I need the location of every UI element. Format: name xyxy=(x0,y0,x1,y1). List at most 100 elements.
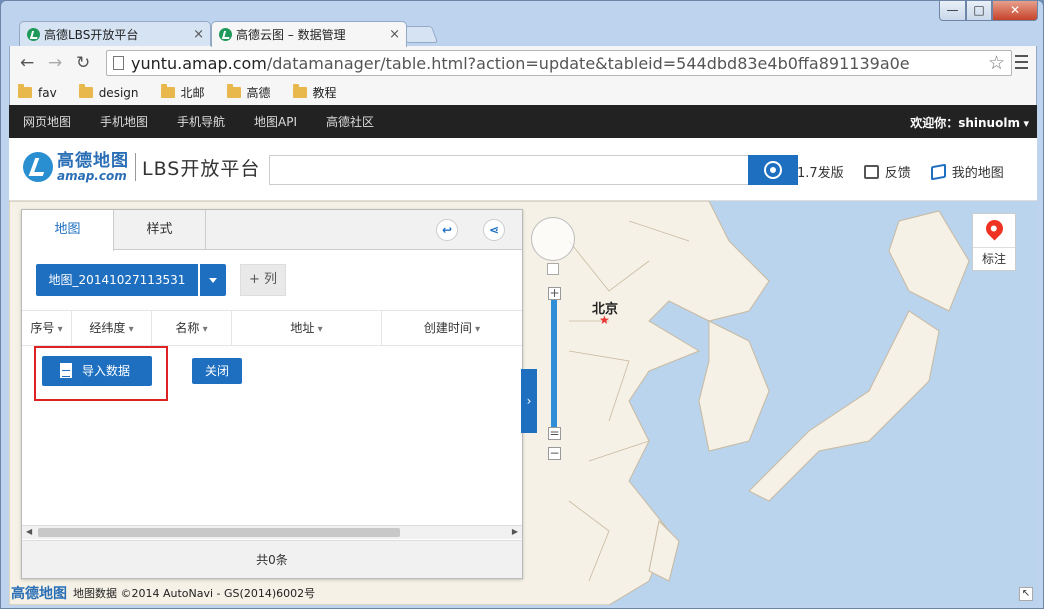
tab-lbs-platform[interactable]: 高德LBS开放平台 × xyxy=(19,21,211,47)
logo-product: LBS开放平台 xyxy=(142,157,261,180)
map-canvas[interactable]: 北京 ★ + = − 标注 高德地图 地图数据 ©2014 AutoNavi -… xyxy=(9,201,1037,605)
copyright-logo: 高德地图 xyxy=(11,586,67,602)
map-icon xyxy=(930,163,946,180)
chrome-menu-icon[interactable] xyxy=(1015,55,1028,69)
layer-select-button[interactable]: 地图_20141027113531 xyxy=(36,264,198,296)
locate-button[interactable] xyxy=(748,155,798,185)
nav-web-map[interactable]: 网页地图 xyxy=(23,113,71,130)
folder-icon xyxy=(18,84,32,98)
zoom-track xyxy=(551,297,557,433)
bookmark-label: 高德 xyxy=(246,86,271,100)
capital-star-icon: ★ xyxy=(599,313,610,327)
nav-mobile-navigation[interactable]: 手机导航 xyxy=(177,113,225,130)
browser-window: 高德LBS开放平台 × 高德云图 – 数据管理 × — □ ✕ ← → ↻ yu… xyxy=(0,0,1044,609)
tab-style[interactable]: 样式 xyxy=(114,210,206,250)
tab-data-manager[interactable]: 高德云图 – 数据管理 × xyxy=(211,21,407,47)
column-header-name[interactable]: 名称 xyxy=(152,311,232,345)
map-copyright: 高德地图 地图数据 ©2014 AutoNavi - GS(2014)6002号 xyxy=(11,583,315,603)
horizontal-scrollbar[interactable]: ◀ ▶ xyxy=(22,525,522,539)
import-label: 导入数据 xyxy=(82,364,131,378)
minimize-button[interactable]: — xyxy=(939,1,966,21)
zoom-reset-button[interactable] xyxy=(547,263,559,275)
logo-cn: 高德地图 xyxy=(57,150,129,171)
tab-map[interactable]: 地图 xyxy=(22,210,114,251)
my-map-link[interactable]: 我的地图 xyxy=(930,162,1004,181)
export-icon[interactable]: ↩ xyxy=(436,219,458,241)
reload-icon[interactable]: ↻ xyxy=(76,53,90,73)
bookmark-folder[interactable]: fav xyxy=(18,84,57,100)
locate-icon xyxy=(764,161,782,179)
web-page: 网页地图 手机地图 手机导航 地图API 高德社区 欢迎你：shinuolm 高… xyxy=(9,105,1037,605)
record-count: 共0条 xyxy=(22,540,522,578)
column-header-index[interactable]: 序号 xyxy=(22,311,72,345)
expand-corner-icon[interactable]: ↖ xyxy=(1019,587,1033,601)
share-icon[interactable]: ⋖ xyxy=(483,219,505,241)
close-tab-icon[interactable]: × xyxy=(389,27,400,42)
panel-tabs: 地图 样式 ↩ ⋖ xyxy=(22,210,522,251)
mark-button[interactable]: 标注 xyxy=(972,213,1016,271)
layer-dropdown-caret-icon[interactable] xyxy=(200,264,226,296)
nav-community[interactable]: 高德社区 xyxy=(326,113,374,130)
column-header-coords[interactable]: 经纬度 xyxy=(72,311,152,345)
user-menu[interactable]: 欢迎你：shinuolm xyxy=(910,114,1029,131)
scroll-left-icon[interactable]: ◀ xyxy=(26,527,32,536)
site-top-nav: 网页地图 手机地图 手机导航 地图API 高德社区 欢迎你：shinuolm xyxy=(9,105,1037,138)
zoom-in-button[interactable]: + xyxy=(548,287,561,300)
site-header: 高德地图 amap.com LBS开放平台 1.7发版 反馈 我的地图 xyxy=(9,138,1037,201)
amap-favicon-icon xyxy=(219,28,232,41)
folder-icon xyxy=(78,84,93,98)
bookmark-label: 教程 xyxy=(312,86,337,100)
bookmark-star-icon[interactable]: ☆ xyxy=(988,52,1005,74)
bookmark-folder[interactable]: 教程 xyxy=(292,84,337,101)
data-panel: 地图 样式 ↩ ⋖ 地图_20141027113531 + 列 序号 经纬度 名… xyxy=(21,209,523,579)
close-button[interactable]: 关闭 xyxy=(192,358,242,384)
column-header-created[interactable]: 创建时间 xyxy=(382,311,522,345)
version-link[interactable]: 1.7发版 xyxy=(797,162,844,181)
feedback-link[interactable]: 反馈 xyxy=(863,162,911,181)
import-data-button[interactable]: 导入数据 xyxy=(42,356,152,386)
close-window-button[interactable]: ✕ xyxy=(992,1,1038,21)
layer-toolbar: 地图_20141027113531 + 列 xyxy=(36,264,286,296)
location-pin-icon xyxy=(982,216,1007,241)
zoom-out-button[interactable]: − xyxy=(548,447,561,460)
maximize-button[interactable]: □ xyxy=(966,1,992,21)
bookmark-folder[interactable]: design xyxy=(78,84,139,100)
table-header: 序号 经纬度 名称 地址 创建时间 xyxy=(22,310,522,346)
zoom-slider[interactable]: + = − xyxy=(548,287,561,461)
search-input[interactable] xyxy=(269,155,749,185)
scroll-right-icon[interactable]: ▶ xyxy=(512,527,518,536)
pan-control[interactable] xyxy=(531,217,575,261)
close-tab-icon[interactable]: × xyxy=(193,27,204,42)
header-links: 1.7发版 反馈 我的地图 xyxy=(797,162,1024,181)
zoom-handle[interactable]: = xyxy=(548,427,561,440)
browser-toolbar: ← → ↻ yuntu.amap.com/datamanager/table.h… xyxy=(9,46,1037,80)
copyright-text: 地图数据 ©2014 AutoNavi - GS(2014)6002号 xyxy=(73,587,316,600)
url-path: /datamanager/table.html?action=update&ta… xyxy=(266,53,910,73)
logo-divider xyxy=(135,153,136,181)
collapse-panel-button[interactable]: › xyxy=(521,369,537,433)
back-arrow-icon[interactable]: ← xyxy=(20,53,34,73)
bookmarks-bar: fav design 北邮 高德 教程 xyxy=(9,80,1037,105)
forward-arrow-icon[interactable]: → xyxy=(48,53,62,73)
page-icon xyxy=(113,56,124,70)
bookmark-folder[interactable]: 高德 xyxy=(226,84,271,101)
amap-logo[interactable]: 高德地图 amap.com LBS开放平台 xyxy=(23,152,260,182)
bookmark-label: 北邮 xyxy=(180,86,205,100)
folder-icon xyxy=(160,84,175,98)
column-header-address[interactable]: 地址 xyxy=(232,311,382,345)
document-icon xyxy=(60,363,72,378)
edit-icon xyxy=(863,164,879,179)
add-column-button[interactable]: + 列 xyxy=(240,264,286,296)
mark-label: 标注 xyxy=(973,247,1015,267)
address-bar[interactable]: yuntu.amap.com/datamanager/table.html?ac… xyxy=(106,50,1012,76)
url-host: yuntu.amap.com xyxy=(131,53,267,73)
nav-mobile-map[interactable]: 手机地图 xyxy=(100,113,148,130)
tab-strip: 高德LBS开放平台 × 高德云图 – 数据管理 × — □ ✕ xyxy=(1,1,1043,47)
nav-map-api[interactable]: 地图API xyxy=(254,113,297,130)
bookmark-folder[interactable]: 北邮 xyxy=(160,84,205,101)
folder-icon xyxy=(292,84,307,98)
amap-logo-icon xyxy=(23,152,53,182)
scrollbar-thumb[interactable] xyxy=(38,528,400,537)
tab-title: 高德LBS开放平台 xyxy=(44,28,139,42)
window-controls: — □ ✕ xyxy=(939,1,1038,21)
